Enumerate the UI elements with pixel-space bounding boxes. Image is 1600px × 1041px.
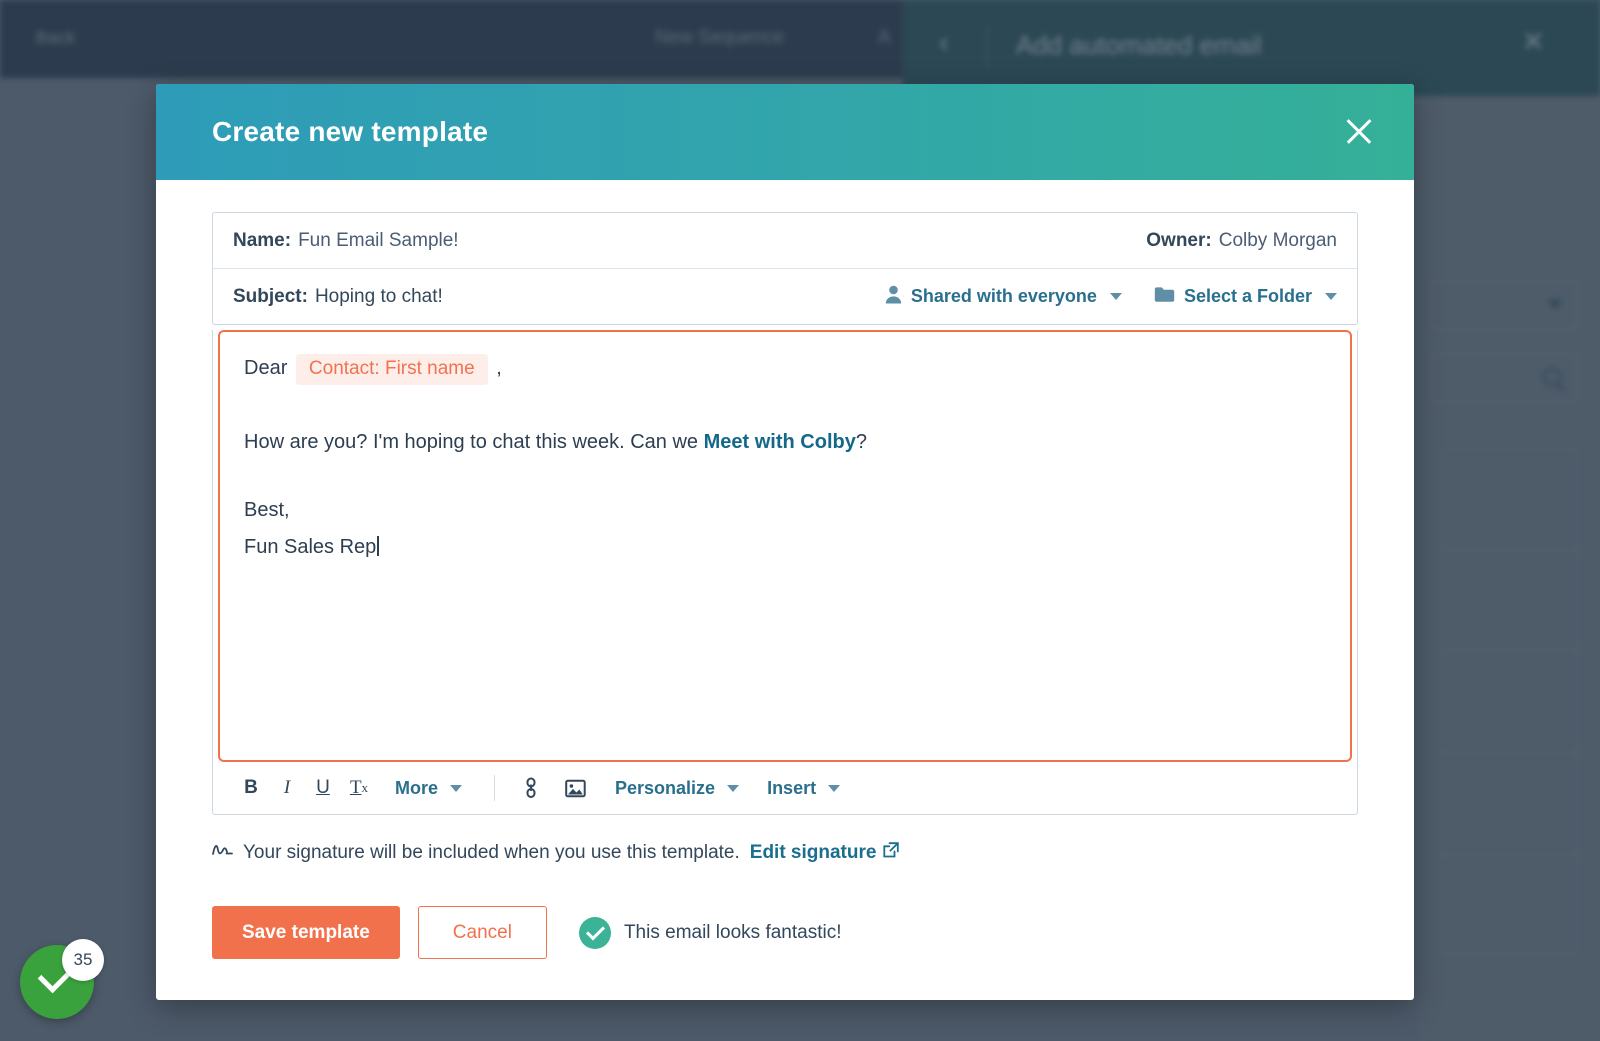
editor-closing-line: Best, [244, 498, 290, 521]
save-template-button[interactable]: Save template [212, 906, 400, 959]
check-icon [585, 920, 605, 941]
email-status-text: This email looks fantastic! [623, 921, 842, 943]
meeting-link[interactable]: Meet with Colby [704, 431, 856, 453]
name-label: Name: [233, 229, 292, 251]
editor-body-line: How are you? I'm hoping to chat this wee… [244, 431, 1326, 453]
owner-label: Owner: [1146, 229, 1212, 251]
external-link-icon [883, 841, 900, 864]
body-text-after-link: ? [855, 430, 867, 453]
person-icon [885, 285, 902, 309]
create-template-modal: Create new template Name: Fun Email Samp… [156, 84, 1414, 1000]
signature-icon [212, 841, 233, 864]
screen: Back New Sequence A ‹ Add automated emai… [0, 0, 1600, 1041]
sharing-dropdown-label: Shared with everyone [910, 286, 1097, 306]
template-fields-card: Name: Fun Email Sample! Owner: Colby Mor… [212, 212, 1358, 325]
onboarding-progress-count: 35 [62, 939, 104, 981]
personalization-token[interactable]: Contact: First name [295, 354, 488, 385]
text-cursor [377, 535, 379, 556]
signature-note-text: Your signature will be included when you… [243, 841, 740, 863]
underline-button[interactable]: U [305, 771, 341, 805]
chevron-down-icon [727, 784, 740, 792]
modal-close-button[interactable] [1340, 112, 1378, 150]
check-circle-icon [578, 916, 611, 949]
greeting-prefix: Dear [244, 357, 288, 379]
link-icon [526, 777, 536, 798]
owner-field: Owner: Colby Morgan [1146, 230, 1337, 252]
personalize-label: Personalize [615, 777, 716, 798]
chevron-down-icon [450, 784, 463, 792]
editor-signature-line: Fun Sales Rep [244, 535, 1326, 558]
chevron-down-icon [1325, 293, 1337, 300]
email-status: This email looks fantastic! [578, 916, 842, 949]
subject-label: Subject: [233, 285, 308, 307]
owner-value: Colby Morgan [1218, 229, 1337, 251]
chevron-down-icon [1109, 293, 1122, 300]
chevron-down-icon [828, 784, 841, 792]
more-label: More [395, 777, 439, 798]
bold-button[interactable]: B [233, 771, 269, 805]
clear-format-subscript: x [361, 780, 369, 795]
editor-greeting-line: Dear Contact: First name , [244, 354, 1326, 385]
email-body-editor[interactable]: Dear Contact: First name , How are you? … [218, 330, 1352, 762]
more-dropdown[interactable]: More [395, 777, 463, 799]
modal-footer: Save template Cancel This email looks fa… [212, 906, 1358, 959]
folder-dropdown-label: Select a Folder [1183, 286, 1312, 306]
clear-formatting-button[interactable]: Tx [341, 771, 377, 805]
signature-note: Your signature will be included when you… [212, 841, 1358, 864]
name-row[interactable]: Name: Fun Email Sample! Owner: Colby Mor… [213, 213, 1357, 268]
modal-header: Create new template [156, 84, 1414, 180]
folder-dropdown[interactable]: Select a Folder [1154, 286, 1337, 308]
editor-shell: Dear Contact: First name , How are you? … [212, 330, 1358, 815]
sharing-dropdown[interactable]: Shared with everyone [885, 285, 1122, 309]
subject-input[interactable]: Hoping to chat! [315, 286, 443, 308]
personalize-dropdown[interactable]: Personalize [615, 777, 740, 799]
folder-icon [1154, 286, 1175, 308]
page-title: Create new template [212, 116, 489, 147]
body-text-before-link: How are you? I'm hoping to chat this wee… [244, 430, 704, 453]
name-input[interactable]: Fun Email Sample! [298, 230, 459, 252]
greeting-suffix: , [496, 357, 502, 379]
clear-format-glyph: T [349, 777, 362, 798]
editor-toolbar: B I U Tx More Personalize Insert [213, 762, 1357, 814]
edit-signature-label: Edit signature [749, 841, 877, 863]
signature-name: Fun Sales Rep [244, 535, 377, 558]
insert-image-button[interactable] [557, 771, 593, 805]
modal-body: Name: Fun Email Sample! Owner: Colby Mor… [156, 180, 1414, 959]
edit-signature-link[interactable]: Edit signature [750, 842, 900, 864]
subject-row[interactable]: Subject: Hoping to chat! Shared with eve… [213, 268, 1357, 324]
insert-label: Insert [767, 777, 817, 798]
insert-dropdown[interactable]: Insert [767, 777, 841, 799]
image-icon [564, 779, 586, 797]
italic-button[interactable]: I [269, 771, 305, 805]
cancel-button[interactable]: Cancel [417, 906, 547, 959]
insert-link-button[interactable] [513, 771, 549, 805]
toolbar-divider [494, 775, 496, 801]
